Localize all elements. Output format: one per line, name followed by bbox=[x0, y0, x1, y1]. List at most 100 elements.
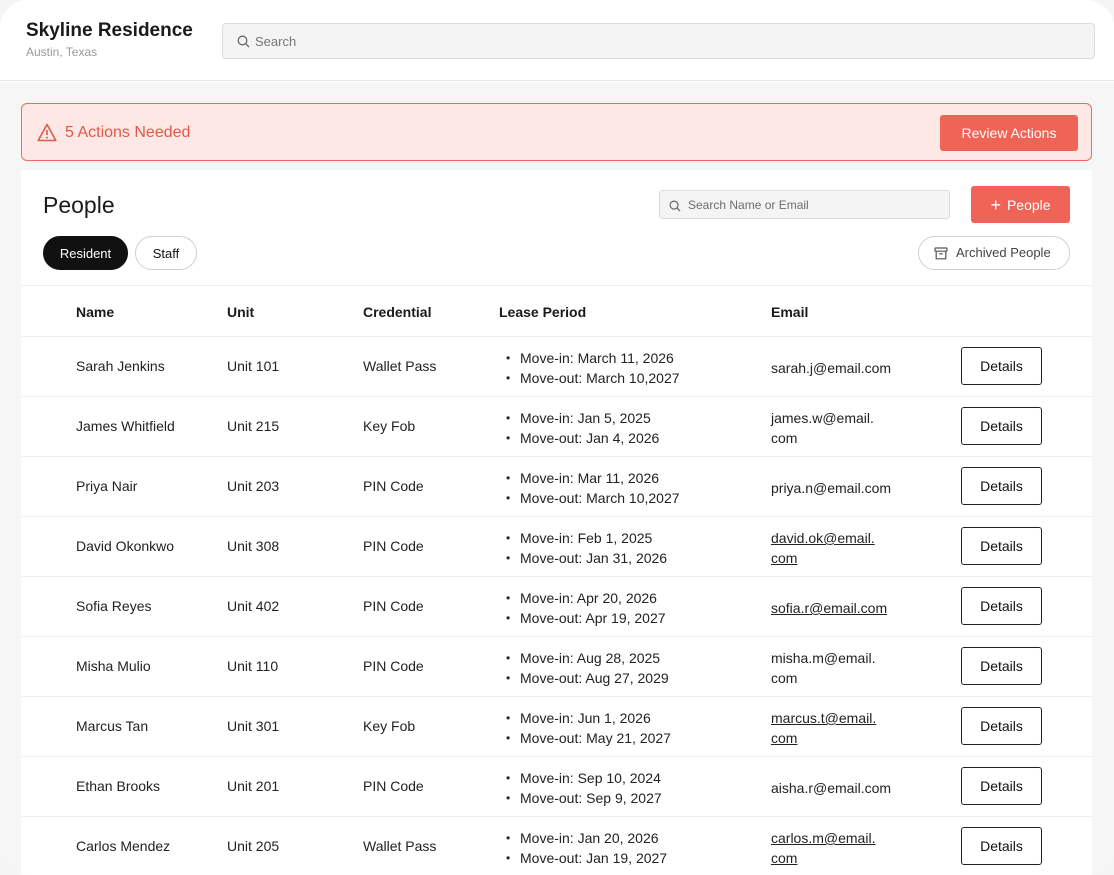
table-row: Carlos Mendez Unit 205 Wallet Pass Move-… bbox=[21, 817, 1092, 875]
table-row: Misha Mulio Unit 110 PIN Code Move-in: A… bbox=[21, 637, 1092, 697]
archived-people-label: Archived People bbox=[956, 245, 1051, 260]
resident-unit: Unit 402 bbox=[227, 598, 280, 614]
details-button[interactable]: Details bbox=[961, 347, 1042, 385]
page-title: People bbox=[43, 192, 115, 218]
app-frame: Skyline Residence Austin, Texas 5 Action… bbox=[0, 0, 1114, 875]
column-header-lease-period[interactable]: Lease Period bbox=[499, 304, 586, 320]
resident-email-link[interactable]: david.ok@email. com bbox=[771, 528, 911, 568]
move-out-date: Move-out: March 10,2027 bbox=[506, 368, 680, 388]
lease-period: Move-in: Mar 11, 2026 Move-out: March 10… bbox=[506, 468, 680, 508]
resident-name: Marcus Tan bbox=[76, 718, 149, 734]
move-in-date: Move-in: Aug 28, 2025 bbox=[506, 648, 669, 668]
resident-name: Ethan Brooks bbox=[76, 778, 161, 794]
move-in-date: Move-in: Feb 1, 2025 bbox=[506, 528, 667, 548]
resident-name: Sarah Jenkins bbox=[76, 358, 165, 374]
lease-period: Move-in: Apr 20, 2026 Move-out: Apr 19, … bbox=[506, 588, 666, 628]
lease-period: Move-in: Sep 10, 2024 Move-out: Sep 9, 2… bbox=[506, 768, 662, 808]
details-button[interactable]: Details bbox=[961, 527, 1042, 565]
move-in-date: Move-in: March 11, 2026 bbox=[506, 348, 680, 368]
resident-unit: Unit 205 bbox=[227, 838, 280, 854]
move-out-date: Move-out: Jan 31, 2026 bbox=[506, 548, 667, 568]
archived-people-button[interactable]: Archived People bbox=[918, 236, 1070, 270]
lease-period: Move-in: Aug 28, 2025 Move-out: Aug 27, … bbox=[506, 648, 669, 688]
resident-name: Carlos Mendez bbox=[76, 838, 171, 854]
resident-name: James Whitfield bbox=[76, 418, 175, 434]
people-panel: People + People Resident Staff Archived P… bbox=[21, 170, 1092, 875]
column-header-email[interactable]: Email bbox=[771, 304, 808, 320]
resident-unit: Unit 215 bbox=[227, 418, 280, 434]
resident-email-link[interactable]: sofia.r@email.com bbox=[771, 598, 911, 618]
details-button[interactable]: Details bbox=[961, 647, 1042, 685]
resident-name: Priya Nair bbox=[76, 478, 138, 494]
resident-email-link[interactable]: carlos.m@email. com bbox=[771, 828, 911, 868]
resident-unit: Unit 308 bbox=[227, 538, 280, 554]
property-location: Austin, Texas bbox=[26, 45, 98, 59]
resident-credential: PIN Code bbox=[363, 538, 424, 554]
move-in-date: Move-in: Apr 20, 2026 bbox=[506, 588, 666, 608]
move-in-date: Move-in: Jun 1, 2026 bbox=[506, 708, 671, 728]
details-button[interactable]: Details bbox=[961, 467, 1042, 505]
move-out-date: Move-out: Jan 19, 2027 bbox=[506, 848, 667, 868]
lease-period: Move-in: Jan 5, 2025 Move-out: Jan 4, 20… bbox=[506, 408, 659, 448]
move-in-date: Move-in: Sep 10, 2024 bbox=[506, 768, 662, 788]
move-in-date: Move-in: Jan 5, 2025 bbox=[506, 408, 659, 428]
resident-name: Misha Mulio bbox=[76, 658, 151, 674]
property-name: Skyline Residence bbox=[26, 20, 193, 41]
top-header: Skyline Residence Austin, Texas bbox=[0, 0, 1114, 81]
resident-credential: Key Fob bbox=[363, 718, 416, 734]
table-row: Sofia Reyes Unit 402 PIN Code Move-in: A… bbox=[21, 577, 1092, 637]
column-header-unit[interactable]: Unit bbox=[227, 304, 254, 320]
global-search-input[interactable] bbox=[255, 24, 1075, 58]
move-in-date: Move-in: Jan 20, 2026 bbox=[506, 828, 667, 848]
resident-name: Sofia Reyes bbox=[76, 598, 152, 614]
resident-name: David Okonkwo bbox=[76, 538, 175, 554]
table-row: Priya Nair Unit 203 PIN Code Move-in: Ma… bbox=[21, 457, 1092, 517]
table-row: Ethan Brooks Unit 201 PIN Code Move-in: … bbox=[21, 757, 1092, 817]
resident-email: james.w@email. com bbox=[771, 410, 874, 446]
people-search-input[interactable] bbox=[688, 191, 943, 218]
tab-resident[interactable]: Resident bbox=[43, 236, 128, 270]
tab-staff[interactable]: Staff bbox=[135, 236, 197, 270]
lease-period: Move-in: Jun 1, 2026 Move-out: May 21, 2… bbox=[506, 708, 671, 748]
move-out-date: Move-out: Aug 27, 2029 bbox=[506, 668, 669, 688]
search-icon bbox=[237, 35, 250, 53]
column-header-name[interactable]: Name bbox=[76, 304, 114, 320]
add-people-button[interactable]: + People bbox=[971, 186, 1070, 223]
lease-period: Move-in: Feb 1, 2025 Move-out: Jan 31, 2… bbox=[506, 528, 667, 568]
actions-alert: 5 Actions Needed Review Actions bbox=[21, 103, 1092, 161]
table-row: Marcus Tan Unit 301 Key Fob Move-in: Jun… bbox=[21, 697, 1092, 757]
resident-email: sarah.j@email.com bbox=[771, 360, 892, 376]
plus-icon: + bbox=[990, 195, 1001, 215]
resident-email-link[interactable]: marcus.t@email. com bbox=[771, 708, 911, 748]
resident-unit: Unit 101 bbox=[227, 358, 280, 374]
table-row: James Whitfield Unit 215 Key Fob Move-in… bbox=[21, 397, 1092, 457]
archive-icon bbox=[934, 247, 948, 263]
move-out-date: Move-out: March 10,2027 bbox=[506, 488, 680, 508]
resident-credential: PIN Code bbox=[363, 598, 424, 614]
add-people-label: People bbox=[1006, 197, 1051, 213]
resident-credential: Wallet Pass bbox=[363, 838, 437, 854]
review-actions-button[interactable]: Review Actions bbox=[940, 115, 1078, 151]
details-button[interactable]: Details bbox=[961, 707, 1042, 745]
move-in-date: Move-in: Mar 11, 2026 bbox=[506, 468, 680, 488]
details-button[interactable]: Details bbox=[961, 587, 1042, 625]
alert-message: 5 Actions Needed bbox=[65, 124, 191, 141]
resident-unit: Unit 110 bbox=[227, 658, 279, 674]
global-search[interactable] bbox=[222, 23, 1095, 59]
details-button[interactable]: Details bbox=[961, 827, 1042, 865]
column-header-credential[interactable]: Credential bbox=[363, 304, 431, 320]
people-table: Name Unit Credential Lease Period Email … bbox=[21, 285, 1092, 875]
resident-email: aisha.r@email.com bbox=[771, 780, 892, 796]
resident-credential: Key Fob bbox=[363, 418, 416, 434]
resident-email: priya.n@email.com bbox=[771, 480, 892, 496]
table-row: Sarah Jenkins Unit 101 Wallet Pass Move-… bbox=[21, 337, 1092, 397]
details-button[interactable]: Details bbox=[961, 767, 1042, 805]
table-row: David Okonkwo Unit 308 PIN Code Move-in:… bbox=[21, 517, 1092, 577]
details-button[interactable]: Details bbox=[961, 407, 1042, 445]
people-search[interactable] bbox=[659, 190, 950, 219]
resident-credential: Wallet Pass bbox=[363, 358, 437, 374]
resident-credential: PIN Code bbox=[363, 478, 424, 494]
resident-credential: PIN Code bbox=[363, 658, 424, 674]
resident-unit: Unit 301 bbox=[227, 718, 280, 734]
table-header: Name Unit Credential Lease Period Email bbox=[21, 286, 1092, 337]
